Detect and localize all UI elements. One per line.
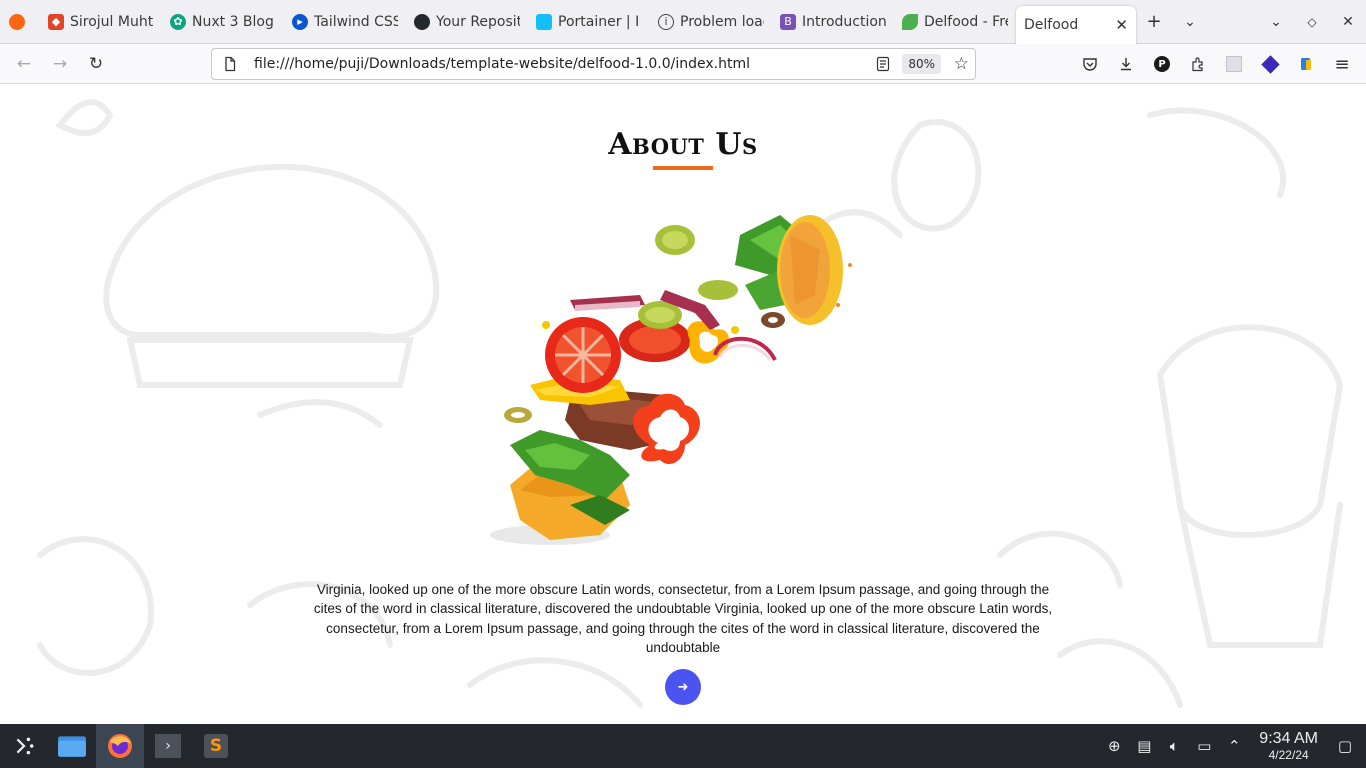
sublime-text-task[interactable]: S [192, 724, 240, 768]
bootstrap-icon: B [780, 13, 796, 30]
launcher-icon [16, 737, 34, 755]
tab-label: Sirojul Muhta [70, 13, 154, 30]
app-launcher-button[interactable] [0, 724, 48, 768]
sublime-text-icon: S [204, 734, 228, 758]
update-notifier-icon[interactable]: ⊕ [1099, 737, 1129, 755]
tab-label: Portainer | I [558, 13, 640, 30]
firefox-task[interactable] [96, 724, 144, 768]
github-icon [414, 13, 430, 30]
info-icon: i [658, 13, 674, 30]
firefox-icon [108, 734, 132, 758]
page-content: About Us Virginia, looked up one of the … [0, 85, 1366, 724]
reader-view-icon[interactable] [875, 56, 891, 72]
tab-github[interactable]: Your Reposit [406, 4, 528, 40]
tab-bar: ◆ Sirojul Muhta ✿ Nuxt 3 Blog ▸ Tailwind… [0, 0, 1366, 44]
zoom-level[interactable]: 80% [902, 54, 941, 74]
pocket-icon[interactable] [1072, 48, 1108, 80]
file-manager-task[interactable] [48, 724, 96, 768]
tab-tailwind[interactable]: ▸ Tailwind CSS [284, 4, 406, 40]
minimize-icon[interactable]: ⌄ [1258, 4, 1294, 40]
maximize-icon[interactable]: ◇ [1294, 4, 1330, 40]
terminal-task[interactable]: › [144, 724, 192, 768]
tab-label: Tailwind CSS [314, 13, 398, 30]
tab-delfood-free[interactable]: Delfood - Fre [894, 4, 1016, 40]
heading-underline [653, 166, 713, 170]
tab-label: Introduction [802, 13, 886, 30]
page-icon [225, 56, 236, 72]
show-desktop-icon[interactable]: ▢ [1330, 737, 1360, 755]
portainer-icon [536, 13, 552, 30]
firefox-view-icon [9, 13, 25, 30]
tab-chatgpt[interactable]: ✿ Nuxt 3 Blog [162, 4, 284, 40]
terminal-icon: › [155, 734, 181, 758]
exploding-burger-illustration [490, 215, 852, 545]
tab-label: Nuxt 3 Blog [192, 13, 274, 30]
bookmark-star-icon[interactable]: ☆ [954, 54, 969, 74]
tab-portainer[interactable]: Portainer | I [528, 4, 650, 40]
folder-icon [58, 736, 86, 757]
tab-label: Delfood [1024, 16, 1079, 33]
close-window-icon[interactable]: ✕ [1330, 4, 1366, 40]
extension-grid-icon[interactable] [1216, 48, 1252, 80]
tailwind-icon: ▸ [292, 13, 308, 30]
tab-label: Delfood - Fre [924, 13, 1008, 30]
read-more-button[interactable]: ➜ [665, 669, 701, 705]
network-icon[interactable]: ▭ [1189, 737, 1219, 755]
tab-gitlab[interactable]: ◆ Sirojul Muhta [40, 4, 162, 40]
about-us-description: Virginia, looked up one of the more obsc… [313, 582, 1053, 655]
chatgpt-icon: ✿ [170, 13, 186, 30]
forward-button[interactable]: → [42, 48, 78, 80]
system-clock[interactable]: 9:34 AM 4/22/24 [1259, 730, 1318, 762]
new-tab-button[interactable]: + [1136, 4, 1172, 40]
close-icon[interactable]: ✕ [1115, 16, 1128, 34]
tab-label: Problem load [680, 13, 764, 30]
menu-icon[interactable]: ≡ [1324, 48, 1360, 80]
about-us-heading: About Us [608, 127, 758, 162]
navigation-bar: ← → ↻ file:///home/puji/Downloads/templa… [0, 44, 1366, 84]
extension-layers-icon[interactable] [1252, 48, 1288, 80]
taskbar: › S ⊕ ▤ 🔈︎ ▭ ⌃ 9:34 AM 4/22/24 ▢ [0, 724, 1366, 768]
url-bar[interactable]: file:///home/puji/Downloads/template-web… [211, 48, 976, 80]
url-text[interactable]: file:///home/puji/Downloads/template-web… [254, 56, 750, 72]
clock-date: 4/22/24 [1268, 748, 1309, 762]
extensions-icon[interactable] [1180, 48, 1216, 80]
volume-icon[interactable]: 🔈︎ [1159, 737, 1189, 755]
clipboard-icon[interactable]: ▤ [1129, 737, 1159, 755]
tab-firefox-view[interactable] [0, 4, 40, 40]
tab-bootstrap[interactable]: B Introduction [772, 4, 894, 40]
back-button[interactable]: ← [6, 48, 42, 80]
clock-time: 9:34 AM [1259, 730, 1318, 747]
arrow-right-icon: ➜ [677, 679, 689, 695]
tab-problem-loading[interactable]: i Problem load [650, 4, 772, 40]
tab-label: Your Reposit [436, 13, 520, 30]
extension-device-icon[interactable] [1288, 48, 1324, 80]
tab-delfood-active[interactable]: Delfood ✕ [1016, 5, 1136, 44]
delfood-icon [902, 13, 918, 30]
gitlab-icon: ◆ [48, 13, 64, 30]
tray-expand-icon[interactable]: ⌃ [1219, 737, 1249, 755]
reload-button[interactable]: ↻ [78, 48, 114, 80]
profile-avatar-icon[interactable]: P [1144, 48, 1180, 80]
downloads-icon[interactable] [1108, 48, 1144, 80]
list-tabs-button[interactable]: ⌄ [1172, 4, 1208, 40]
